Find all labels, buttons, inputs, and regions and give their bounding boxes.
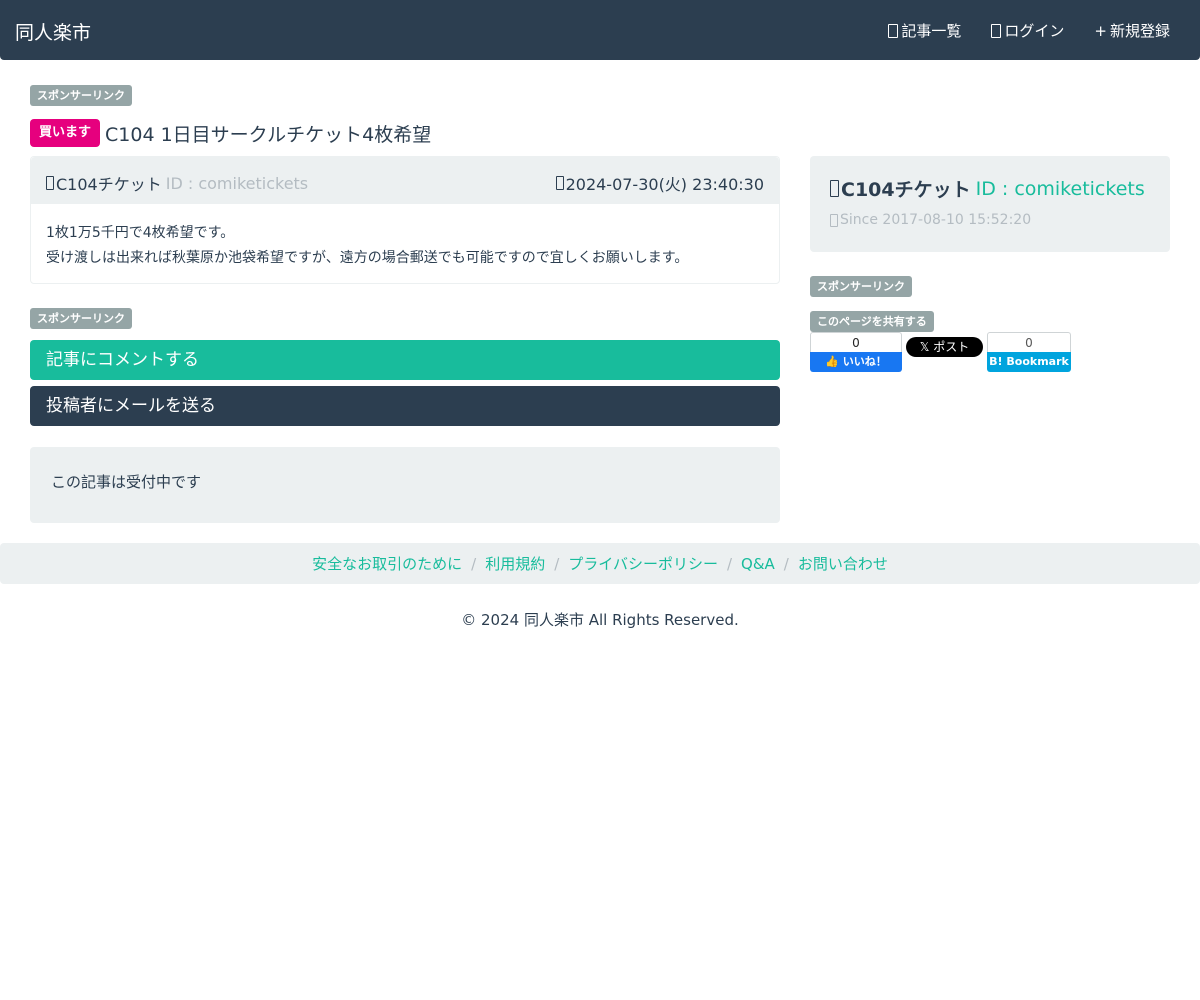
send-mail-button[interactable]: 投稿者にメールを送る — [30, 386, 780, 426]
calendar-icon — [830, 213, 838, 227]
x-logo-icon: 𝕏 — [919, 340, 930, 354]
clock-icon — [555, 176, 564, 190]
share-label: このページを共有する — [810, 311, 934, 332]
hatena-bookmark-widget[interactable]: 0 B! Bookmark — [987, 332, 1071, 372]
profile-name-text[interactable]: C104チケット — [841, 175, 971, 202]
nav-login-label: ログイン — [1004, 22, 1065, 40]
x-post-label: ポスト — [933, 340, 970, 354]
profile-since: Since 2017-08-10 15:52:20 — [830, 212, 1031, 228]
nav-login[interactable]: ログイン — [991, 20, 1064, 41]
post-date-value: 2024-07-30(火) 23:40:30 — [565, 175, 764, 194]
sponsor-badge-top: スポンサーリンク — [30, 85, 132, 106]
post-author: C104チケット ID : comiketickets — [46, 171, 308, 195]
site-brand-link[interactable]: 同人楽市 — [15, 18, 91, 45]
profile-since-text: Since 2017-08-10 15:52:20 — [840, 212, 1032, 228]
hatena-bookmark-count: 0 — [987, 332, 1071, 352]
hatena-bookmark-button[interactable]: B! Bookmark — [987, 352, 1071, 372]
footer-separator: / — [783, 554, 789, 573]
list-icon — [888, 23, 899, 38]
post-date: 2024-07-30(火) 23:40:30 — [555, 171, 764, 195]
post-author-name[interactable]: C104チケット — [56, 171, 162, 195]
hatena-bookmark-label: Bookmark — [1006, 355, 1069, 368]
status-well: この記事は受付中です — [30, 447, 780, 523]
post-author-id: ID : comiketickets — [165, 173, 309, 193]
post-header: C104チケット ID : comiketickets 2024-07-30(火… — [31, 157, 779, 204]
footer-link-qa[interactable]: Q&A — [741, 555, 775, 573]
post-body-line: 受け渡しは出来れば秋葉原か池袋希望ですが、遠方の場合郵送でも可能ですので宜しくお… — [46, 250, 689, 266]
sponsor-badge-middle: スポンサーリンク — [30, 308, 132, 329]
comment-button[interactable]: 記事にコメントする — [30, 340, 780, 380]
post-body-line: 1枚1万5千円で4枚希望です。 — [46, 225, 235, 241]
nav-article-list-label: 記事一覧 — [901, 22, 962, 40]
footer-separator: / — [726, 554, 733, 573]
footer-nav: 安全なお取引のために / 利用規約 / プライバシーポリシー / Q&A / お… — [0, 543, 1200, 584]
user-icon — [46, 176, 54, 190]
page-title: C104 1日目サークルチケット4枚希望 — [105, 123, 432, 146]
footer-separator: / — [554, 554, 560, 573]
x-post-button[interactable]: 𝕏 ポスト — [906, 337, 983, 357]
nav-links: 記事一覧 ログイン + 新規登録 — [858, 20, 1170, 41]
copyright: © 2024 同人楽市 All Rights Reserved. — [461, 611, 739, 629]
nav-register[interactable]: + 新規登録 — [1094, 20, 1170, 41]
profile-id[interactable]: ID : comiketickets — [976, 178, 1145, 200]
footer-separator: / — [471, 554, 477, 573]
thumbs-up-icon: 👍 — [825, 355, 839, 368]
plus-icon: + — [1094, 21, 1107, 40]
facebook-like-count: 0 — [810, 332, 902, 352]
profile-name: C104チケット ID : comiketickets — [830, 175, 1145, 202]
nav-register-label: 新規登録 — [1109, 22, 1170, 40]
hatena-b-icon: B! — [989, 355, 1003, 368]
facebook-like-label: いいね！ — [842, 355, 887, 368]
facebook-like-widget[interactable]: 0 👍 いいね！ — [810, 332, 902, 372]
footer-link-privacy[interactable]: プライバシーポリシー — [568, 553, 718, 574]
article-title-row: 買います C104 1日目サークルチケット4枚希望 — [30, 119, 431, 147]
user-icon — [830, 180, 839, 197]
status-text: この記事は受付中です — [51, 473, 202, 491]
footer-link-contact[interactable]: お問い合わせ — [798, 553, 888, 574]
sponsor-badge-sidebar: スポンサーリンク — [810, 276, 912, 297]
post-card: C104チケット ID : comiketickets 2024-07-30(火… — [30, 156, 780, 284]
facebook-like-button[interactable]: 👍 いいね！ — [810, 352, 902, 372]
post-body: 1枚1万5千円で4枚希望です。 受け渡しは出来れば秋葉原か池袋希望ですが、遠方の… — [46, 221, 688, 271]
footer-link-safe-trade[interactable]: 安全なお取引のために — [312, 553, 462, 574]
footer-link-terms[interactable]: 利用規約 — [485, 553, 545, 574]
buy-badge: 買います — [30, 119, 101, 147]
login-icon — [991, 23, 1002, 38]
nav-article-list[interactable]: 記事一覧 — [888, 20, 961, 41]
top-navbar: 同人楽市 記事一覧 ログイン + 新規登録 — [0, 0, 1200, 60]
profile-well: C104チケット ID : comiketickets Since 2017-0… — [810, 156, 1170, 252]
